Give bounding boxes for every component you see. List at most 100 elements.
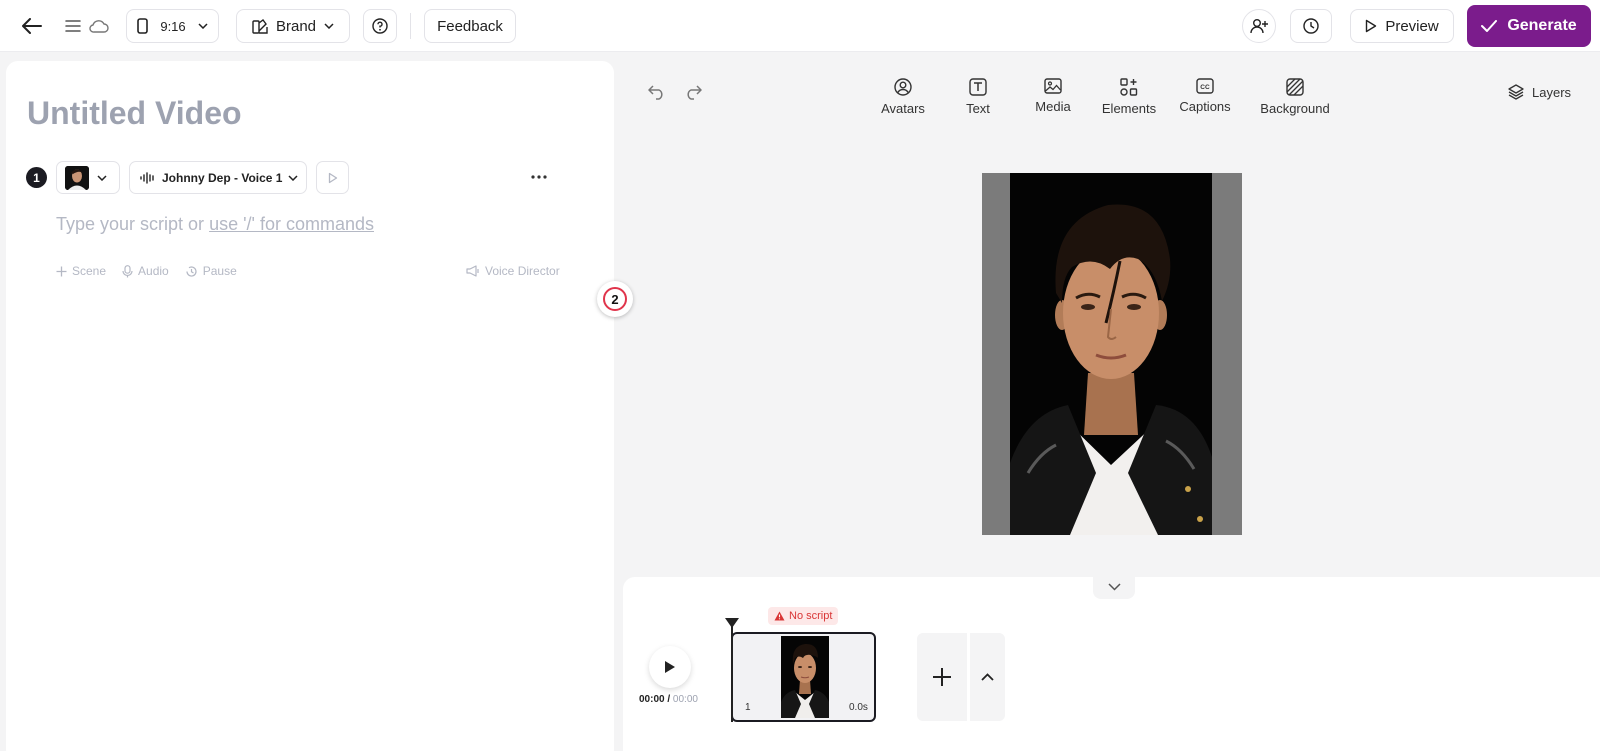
warning-icon [774,611,785,621]
chevron-up-icon [981,673,994,681]
elements-icon [1120,78,1138,96]
chevron-down-icon [97,174,107,181]
video-preview[interactable] [982,173,1242,535]
playhead[interactable] [731,619,733,722]
captions-icon: CC [1196,78,1214,94]
voice-director-label: Voice Director [485,264,560,278]
scene-number: 1 [26,167,47,188]
voice-dropdown[interactable]: Johnny Dep - Voice 1 [129,161,307,194]
tool-text[interactable]: Text [960,78,996,116]
add-pause-label: Pause [202,264,237,278]
chevron-down-icon [1107,583,1121,591]
add-audio-button[interactable]: Audio [122,264,169,278]
back-arrow-icon[interactable] [18,13,46,39]
generate-label: Generate [1507,17,1577,34]
aspect-ratio-dropdown[interactable]: 9:16 [126,9,219,43]
clock-icon [1303,18,1319,34]
tool-elements[interactable]: Elements [1101,78,1157,116]
script-placeholder: Type your script or [56,214,210,234]
clip-index: 1 [745,702,751,713]
warning-label: No script [789,610,833,622]
undo-icon[interactable] [648,84,666,100]
collapse-timeline-button[interactable] [1093,575,1135,599]
top-bar: 9:16 Brand Feedback Preview Generate [0,0,1600,52]
timeline-time: 00:00 / 00:00 [639,694,698,705]
time-separator: / [664,694,673,705]
tool-background[interactable]: Background [1257,78,1333,116]
add-audio-label: Audio [138,264,169,278]
scene-clip[interactable]: 1 0.0s [731,632,876,722]
brand-kit-icon [252,18,268,34]
more-options-icon[interactable] [526,167,552,187]
preview-button[interactable]: Preview [1350,9,1454,43]
clip-duration: 0.0s [849,702,868,713]
script-input[interactable]: Type your script or use '/' for commands [56,214,374,235]
total-time: 00:00 [672,694,698,705]
tool-avatars[interactable]: Avatars [879,78,927,116]
add-scene-timeline-button[interactable] [917,633,967,721]
megaphone-icon [466,265,480,277]
plus-icon [56,266,67,277]
no-script-warning: No script [768,607,839,625]
timeline-play-button[interactable] [649,646,691,688]
waveform-icon [140,171,156,184]
help-icon [372,18,388,34]
avatar-preview-image [1010,173,1212,535]
brand-label: Brand [275,17,317,35]
command-hint-link[interactable]: use '/' for commands [209,214,374,234]
menu-icon[interactable] [63,16,83,36]
video-title[interactable]: Untitled Video [27,95,242,132]
brand-dropdown[interactable]: Brand [236,9,350,43]
tool-label: Captions [1179,99,1231,114]
clip-thumbnail [781,636,829,718]
invite-user-button[interactable] [1242,9,1276,43]
tool-label: Text [966,101,990,116]
plus-icon [932,667,952,687]
tool-captions[interactable]: CC Captions [1177,78,1233,114]
play-outline-icon [1365,19,1377,33]
divider [410,13,411,39]
layers-icon [1508,84,1524,100]
tool-label: Avatars [881,101,925,116]
step-badge[interactable]: 2 [597,281,633,317]
add-user-icon [1250,18,1268,34]
scene-actions: Scene Audio Pause [56,264,237,278]
chevron-down-icon [198,23,208,29]
generate-button[interactable]: Generate [1467,5,1591,47]
preview-label: Preview [1385,17,1439,35]
voice-director-button[interactable]: Voice Director [466,264,560,278]
background-icon [1286,78,1304,96]
svg-text:CC: CC [1200,84,1210,91]
script-panel: Untitled Video 1 Johnny Dep - Voice 1 Ty… [6,61,614,751]
tool-label: Elements [1101,101,1157,116]
phone-icon [137,18,149,34]
redo-icon[interactable] [684,84,702,100]
add-pause-button[interactable]: Pause [185,264,237,278]
tool-label: Background [1260,101,1330,116]
microphone-icon [122,264,133,278]
add-scene-label: Scene [72,264,107,278]
current-time: 00:00 [639,694,665,705]
layers-label: Layers [1532,84,1572,100]
text-icon [969,78,987,96]
chevron-down-icon [288,174,298,181]
play-outline-icon [328,172,338,184]
history-button[interactable] [1290,9,1332,43]
play-icon [664,660,676,674]
chevron-down-icon [324,23,334,29]
add-scene-options-button[interactable] [970,633,1005,721]
avatar-thumbnail [65,165,89,190]
play-voice-button[interactable] [316,161,349,194]
step-badge-number: 2 [603,287,627,311]
avatar-icon [894,78,912,96]
add-scene-button[interactable]: Scene [56,264,106,278]
tool-media[interactable]: Media [1032,78,1074,114]
layers-button[interactable]: Layers [1508,84,1571,100]
playhead-handle[interactable] [725,618,739,628]
avatar-dropdown[interactable] [56,161,120,194]
cloud-icon [88,16,110,36]
pause-clock-icon [185,265,198,278]
feedback-button[interactable]: Feedback [424,9,516,43]
help-button[interactable] [363,9,397,43]
voice-label: Johnny Dep - Voice 1 [162,170,283,185]
